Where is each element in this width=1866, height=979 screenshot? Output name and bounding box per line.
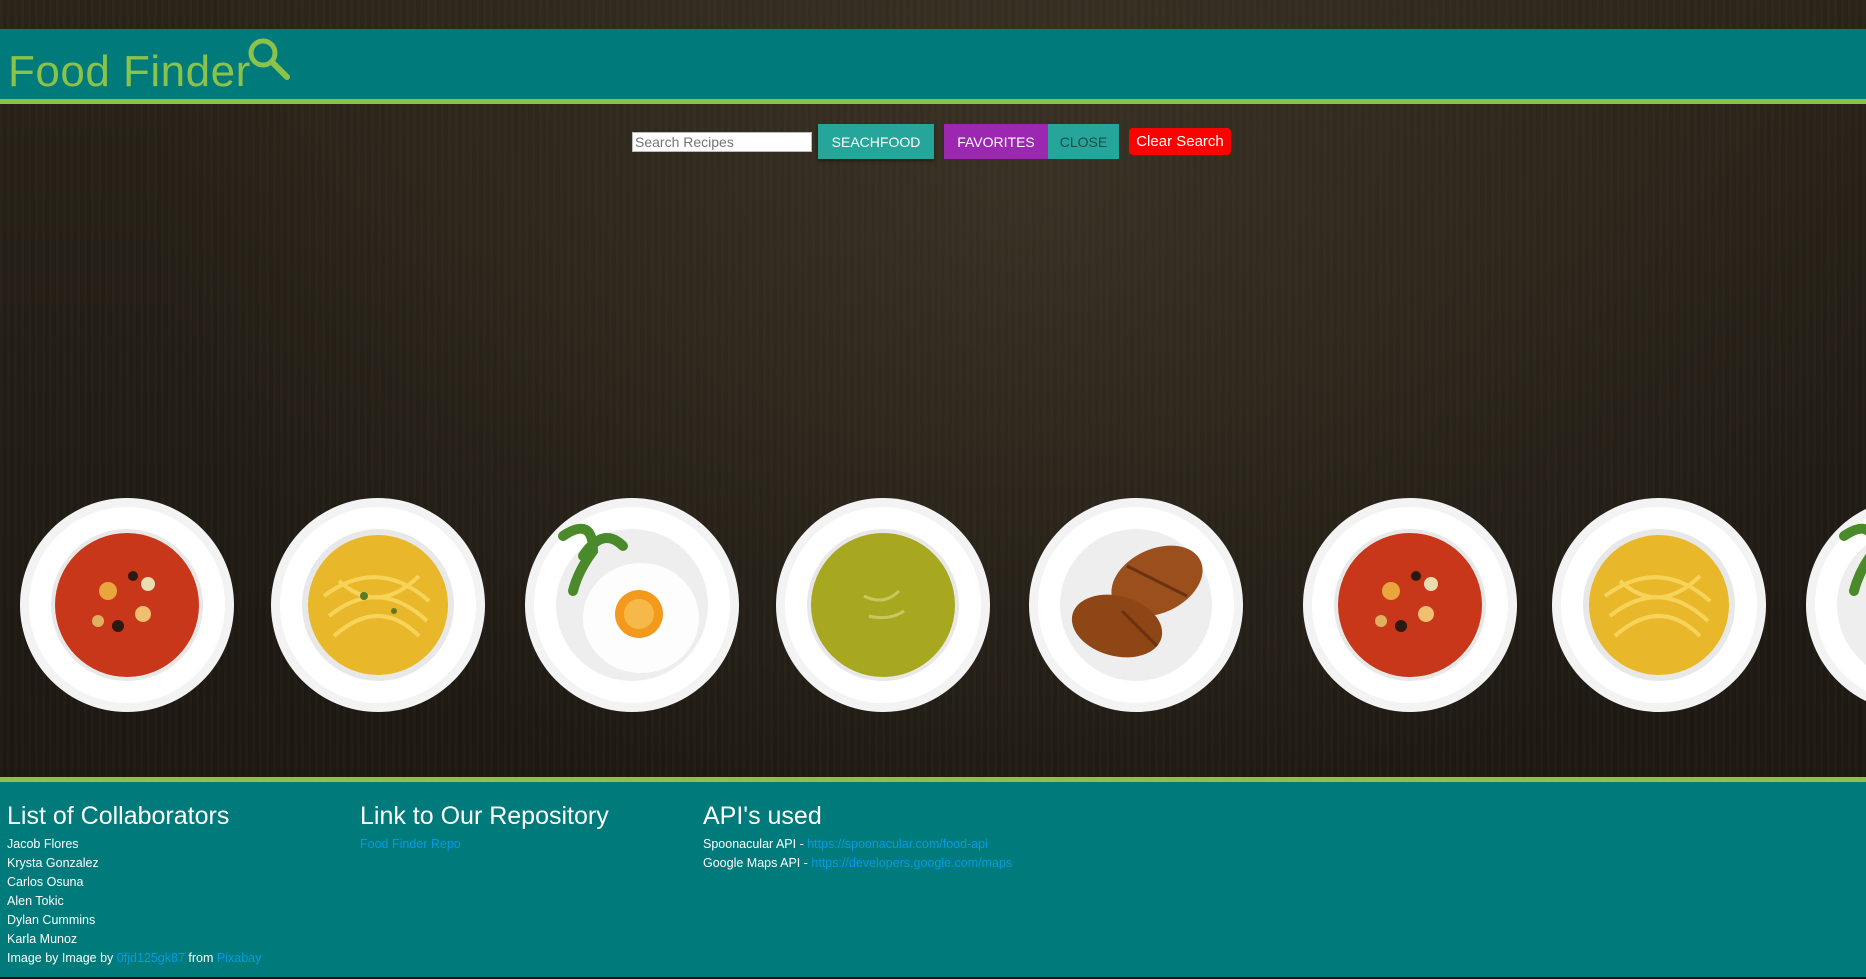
plate-spaghetti — [1552, 498, 1766, 712]
collaborator-name: Jacob Flores — [7, 837, 79, 851]
pixabay-link[interactable]: Pixabay — [217, 951, 261, 965]
apis-heading: API's used — [703, 802, 822, 830]
app-title: Food Finder — [8, 47, 251, 96]
footer: List of Collaborators Jacob Flores Kryst… — [0, 777, 1866, 979]
plate-soup-red — [20, 498, 234, 712]
plate-spaghetti — [271, 498, 485, 712]
search-food-button[interactable]: SEACHFOOD — [818, 124, 934, 159]
api-item: Google Maps API - https://developers.goo… — [703, 854, 1012, 873]
search-controls: SEACHFOOD FAVORITES CLOSE Clear Search — [0, 124, 1866, 160]
clear-search-button[interactable]: Clear Search — [1129, 128, 1231, 155]
credit-prefix: Image by Image by — [7, 951, 114, 965]
collaborators-section: List of Collaborators Jacob Flores Kryst… — [7, 802, 261, 968]
plate-fried-egg — [1806, 508, 1866, 702]
collaborator-name: Karla Munoz — [7, 932, 78, 946]
plate-pea-soup — [776, 498, 990, 712]
plate-soup-red — [1303, 498, 1517, 712]
api-link[interactable]: https://developers.google.com/maps — [811, 856, 1012, 870]
api-item: Spoonacular API - https://spoonacular.co… — [703, 835, 1012, 854]
close-button[interactable]: CLOSE — [1048, 124, 1119, 159]
credit-author-link[interactable]: 0fjd125gk87 — [117, 951, 185, 965]
apis-section: API's used Spoonacular API - https://spo… — [703, 802, 1012, 873]
credit-middle: from — [188, 951, 214, 965]
collaborator-name: Krysta Gonzalez — [7, 856, 99, 870]
repository-link[interactable]: Food Finder Repo — [360, 837, 461, 851]
repository-heading: Link to Our Repository — [360, 802, 609, 830]
header-bar: Food Finder — [0, 29, 1866, 104]
search-icon — [245, 35, 293, 83]
plate-fried-egg — [525, 498, 739, 712]
favorites-button[interactable]: FAVORITES — [944, 124, 1048, 159]
api-label: Google Maps API - — [703, 856, 812, 870]
plate-croissants — [1029, 498, 1243, 712]
collaborator-name: Alen Tokic — [7, 894, 64, 908]
api-label: Spoonacular API - — [703, 837, 808, 851]
search-input[interactable] — [632, 132, 812, 152]
collaborator-name: Carlos Osuna — [7, 875, 84, 889]
collaborator-name: Dylan Cummins — [7, 913, 96, 927]
repository-section: Link to Our Repository Food Finder Repo — [360, 802, 609, 854]
image-credit: Image by Image by 0fjd125gk87 from Pixab… — [7, 949, 261, 968]
collaborators-heading: List of Collaborators — [7, 802, 230, 830]
api-link[interactable]: https://spoonacular.com/food-api — [807, 837, 988, 851]
plates-banner — [0, 492, 1866, 722]
